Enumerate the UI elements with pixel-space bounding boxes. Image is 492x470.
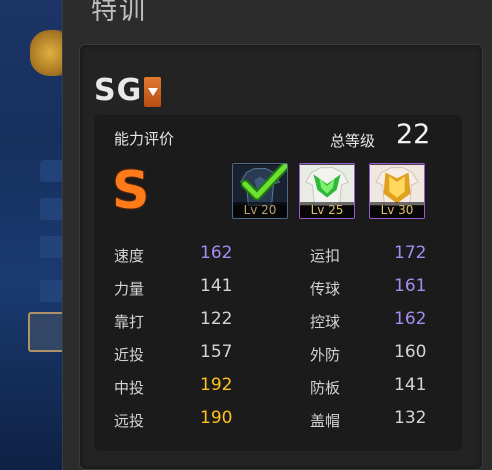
stat-row: 速度 162 运扣 172 (114, 241, 454, 274)
checkmark-icon (241, 164, 287, 201)
stat-row: 远投 190 盖帽 132 (114, 406, 454, 439)
stat-name: 盖帽 (310, 412, 341, 430)
stat-name: 外防 (310, 346, 341, 364)
player-ability-panel: SG 能力评价 总等级 22 S Lv 20 Lv 25 Lv 30 速度 16… (79, 44, 483, 470)
stat-row: 力量 141 传球 161 (114, 274, 454, 307)
stat-value: 157 (200, 342, 233, 362)
stat-value: 172 (394, 243, 427, 263)
stat-name: 防板 (310, 379, 341, 397)
total-level-value: 22 (396, 119, 431, 150)
stat-name: 运扣 (310, 247, 341, 265)
jersey-icon (300, 164, 354, 206)
stat-value: 161 (394, 276, 427, 296)
stat-value: 190 (200, 408, 233, 428)
stat-row: 近投 157 外防 160 (114, 340, 454, 373)
stat-name: 控球 (310, 313, 341, 331)
stat-name: 力量 (114, 280, 145, 298)
stat-value: 162 (200, 243, 233, 263)
stat-value: 162 (394, 309, 427, 329)
stat-value: 192 (200, 375, 233, 395)
badge-lv25[interactable]: Lv 25 (299, 163, 355, 219)
triangle-down-icon (147, 88, 158, 96)
training-window: 特训 SG 能力评价 总等级 22 S Lv 20 Lv 25 Lv 30 速度… (62, 0, 492, 470)
badge-level: Lv 20 (233, 202, 287, 218)
stat-value: 160 (394, 342, 427, 362)
total-level-label: 总等级 (330, 132, 376, 150)
stat-value: 132 (394, 408, 427, 428)
stat-name: 中投 (114, 379, 145, 397)
stat-name: 传球 (310, 280, 341, 298)
stat-name: 远投 (114, 412, 145, 430)
stat-row: 靠打 122 控球 162 (114, 307, 454, 340)
badge-lv20[interactable]: Lv 20 (232, 163, 288, 219)
stat-row: 中投 192 防板 141 (114, 373, 454, 406)
position-label: SG (94, 73, 143, 108)
ability-grade: S (112, 161, 150, 221)
position-dropdown-button[interactable] (144, 77, 161, 107)
ability-rating-box: 能力评价 总等级 22 S Lv 20 Lv 25 Lv 30 速度 162 运… (94, 115, 462, 451)
background-scene (0, 0, 70, 470)
window-title: 特训 (91, 0, 148, 26)
stat-value: 122 (200, 309, 233, 329)
stat-value: 141 (200, 276, 233, 296)
stat-value: 141 (394, 375, 427, 395)
stat-name: 速度 (114, 247, 145, 265)
stat-name: 靠打 (114, 313, 145, 331)
badge-lv30[interactable]: Lv 30 (369, 163, 425, 219)
stat-name: 近投 (114, 346, 145, 364)
badge-level: Lv 30 (370, 202, 424, 218)
badge-level: Lv 25 (300, 202, 354, 218)
ability-rating-label: 能力评价 (114, 130, 175, 148)
jersey-icon (370, 164, 424, 206)
stats-grid: 速度 162 运扣 172 力量 141 传球 161 靠打 122 控球 162 近投 157 外防 160… (114, 241, 454, 439)
